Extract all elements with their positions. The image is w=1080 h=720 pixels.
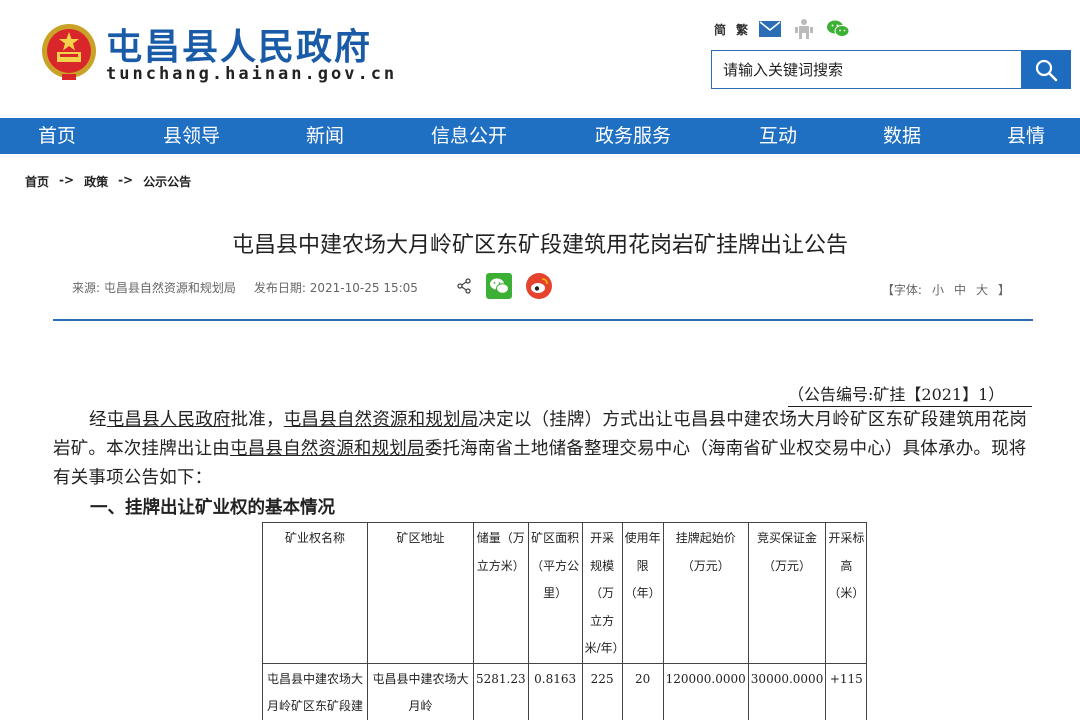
breadcrumb: 首页 -> 政策 -> 公示公告 bbox=[25, 173, 191, 190]
site-domain: tunchang.hainan.gov.cn bbox=[106, 64, 398, 84]
section-heading: 一、挂牌出让矿业权的基本情况 bbox=[90, 498, 335, 518]
table-cell: 0.8163 bbox=[527, 662, 583, 720]
breadcrumb-separator: -> bbox=[59, 173, 75, 187]
weibo-share-icon[interactable] bbox=[526, 273, 552, 299]
font-size-label: 【字体: bbox=[881, 283, 922, 297]
site-header: 屯昌县人民政府 tunchang.hainan.gov.cn 简 繁 bbox=[0, 0, 1080, 118]
simplified-chinese-link[interactable]: 简 bbox=[714, 21, 726, 38]
main-nav: 首页 县领导 新闻 信息公开 政务服务 互动 数据 县情 bbox=[0, 118, 1080, 154]
font-size-small[interactable]: 小 bbox=[932, 281, 944, 298]
search-icon bbox=[1035, 59, 1057, 81]
nav-item-data[interactable]: 数据 bbox=[883, 118, 921, 154]
article-date: 发布日期: 2021-10-25 15:05 bbox=[253, 281, 418, 295]
breadcrumb-announcements[interactable]: 公示公告 bbox=[143, 173, 191, 190]
search-button[interactable] bbox=[1021, 51, 1070, 88]
national-emblem-icon[interactable] bbox=[40, 22, 98, 84]
share-icons bbox=[456, 273, 552, 299]
table-header-cell: 储量（万立方米） bbox=[473, 522, 529, 664]
table-header-cell: 挂牌起始价（万元） bbox=[662, 522, 749, 664]
table-cell: 120000.0000 bbox=[662, 662, 749, 720]
breadcrumb-separator: -> bbox=[118, 173, 134, 187]
table-cell: 屯昌县中建农场大月岭 bbox=[367, 662, 474, 720]
nav-item-leaders[interactable]: 县领导 bbox=[163, 118, 220, 154]
share-icon[interactable] bbox=[456, 273, 472, 299]
mail-icon[interactable] bbox=[758, 18, 782, 40]
notice-number: （公告编号:矿挂【2021】1） bbox=[788, 381, 1032, 407]
font-size-label-close: 】 bbox=[997, 283, 1010, 297]
search-input[interactable] bbox=[712, 51, 1021, 88]
table-cell: 20 bbox=[621, 662, 664, 720]
article-title: 屯昌县中建农场大月岭矿区东矿段建筑用花岗岩矿挂牌出让公告 bbox=[231, 233, 848, 258]
table-header-cell: 开采标高（米） bbox=[825, 522, 868, 664]
table-cell: 屯昌县中建农场大月岭矿区东矿段建 bbox=[262, 662, 368, 720]
table-header-cell: 竞买保证金（万元） bbox=[747, 522, 827, 664]
wechat-icon[interactable] bbox=[826, 18, 850, 40]
table-header-cell: 矿区面积（平方公里） bbox=[527, 522, 583, 664]
nav-item-home[interactable]: 首页 bbox=[38, 118, 76, 154]
article-source: 来源: 屯昌县自然资源和规划局 bbox=[72, 281, 236, 295]
accessibility-icon[interactable] bbox=[792, 18, 816, 40]
nav-item-government-services[interactable]: 政务服务 bbox=[595, 118, 671, 154]
link-natural-resources-bureau[interactable]: 屯昌县自然资源和规划局 bbox=[230, 439, 425, 459]
table-header-row: 矿业权名称 矿区地址 储量（万立方米） 矿区面积（平方公里） 开采规模（万立方米… bbox=[262, 522, 868, 664]
mining-rights-table: 矿业权名称 矿区地址 储量（万立方米） 矿区面积（平方公里） 开采规模（万立方米… bbox=[262, 522, 868, 720]
top-tools: 简 繁 bbox=[714, 16, 850, 42]
table-cell: 5281.23 bbox=[473, 662, 529, 720]
table-row: 屯昌县中建农场大月岭矿区东矿段建 屯昌县中建农场大月岭 5281.23 0.81… bbox=[262, 662, 868, 720]
site-title[interactable]: 屯昌县人民政府 bbox=[106, 18, 372, 70]
nav-item-county-info[interactable]: 县情 bbox=[1007, 118, 1045, 154]
article-meta: 来源: 屯昌县自然资源和规划局 发布日期: 2021-10-25 15:05 bbox=[72, 279, 418, 296]
breadcrumb-policy[interactable]: 政策 bbox=[84, 173, 108, 190]
table-cell: 30000.0000 bbox=[747, 662, 827, 720]
nav-item-news[interactable]: 新闻 bbox=[306, 118, 344, 154]
table-cell: +115 bbox=[825, 662, 868, 720]
link-natural-resources-bureau[interactable]: 屯昌县自然资源和规划局 bbox=[284, 410, 479, 430]
traditional-chinese-link[interactable]: 繁 bbox=[736, 21, 748, 38]
font-size-control: 【字体: 小 中 大 】 bbox=[882, 281, 1010, 298]
title-divider bbox=[53, 319, 1033, 321]
nav-item-interaction[interactable]: 互动 bbox=[759, 118, 797, 154]
link-county-government[interactable]: 屯昌县人民政府 bbox=[107, 410, 231, 430]
table-header-cell: 开采规模（万立方米/年） bbox=[581, 522, 625, 664]
table-header-cell: 使用年限（年） bbox=[621, 522, 664, 664]
table-header-cell: 矿业权名称 bbox=[262, 522, 368, 664]
search-box bbox=[711, 50, 1071, 89]
font-size-large[interactable]: 大 bbox=[976, 281, 988, 298]
table-cell: 225 bbox=[581, 662, 623, 720]
breadcrumb-home[interactable]: 首页 bbox=[25, 173, 49, 190]
table-header-cell: 矿区地址 bbox=[367, 522, 474, 664]
wechat-share-icon[interactable] bbox=[486, 273, 512, 299]
nav-item-info-disclosure[interactable]: 信息公开 bbox=[431, 118, 507, 154]
font-size-medium[interactable]: 中 bbox=[954, 281, 966, 298]
article-paragraph: 经屯昌县人民政府批准，屯昌县自然资源和规划局决定以（挂牌）方式出让屯昌县中建农场… bbox=[53, 410, 1028, 488]
